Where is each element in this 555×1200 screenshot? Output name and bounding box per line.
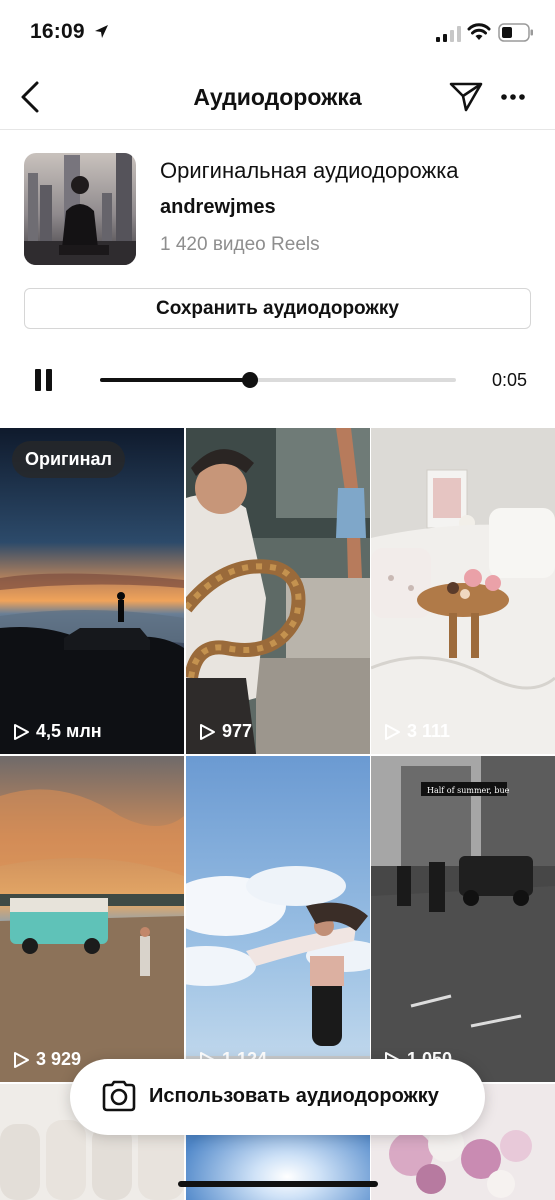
- paper-plane-icon[interactable]: [449, 81, 483, 113]
- play-icon: [200, 723, 215, 740]
- save-audio-button[interactable]: Сохранить аудиодорожку: [24, 288, 531, 329]
- original-badge: Оригинал: [12, 441, 125, 478]
- status-bar: 16:09: [0, 0, 555, 66]
- wifi-icon: [467, 23, 491, 40]
- play-icon: [385, 723, 400, 740]
- view-count: 3 111: [383, 721, 450, 742]
- view-count-text: 3 111: [407, 721, 451, 741]
- view-count-text: 977: [222, 721, 253, 741]
- play-icon: [14, 723, 29, 740]
- home-indicator: [178, 1181, 378, 1187]
- reels-count: 1 420 видео Reels: [160, 234, 320, 255]
- reel-tile[interactable]: Half of summer, bue 1 050: [371, 756, 555, 1082]
- audio-progress-slider[interactable]: [100, 372, 456, 388]
- use-audio-label: Использовать аудиодорожку: [149, 1085, 439, 1107]
- view-count: 4,5 млн: [12, 721, 102, 742]
- reel-caption: Half of summer, bue: [427, 786, 510, 795]
- reel-tile[interactable]: 977: [186, 428, 370, 754]
- battery-icon: [498, 23, 533, 42]
- use-audio-button[interactable]: Использовать аудиодорожку: [70, 1059, 485, 1135]
- play-icon: [14, 1051, 29, 1068]
- view-count-text: 4,5 млн: [36, 721, 102, 741]
- ellipsis-icon[interactable]: [500, 93, 526, 101]
- status-time: 16:09: [30, 20, 85, 43]
- view-count-text: 3 929: [36, 1049, 82, 1069]
- elapsed-time: 0:05: [492, 370, 528, 390]
- view-count: 977: [198, 721, 252, 742]
- reel-tile[interactable]: 3 929: [0, 756, 184, 1082]
- progress-knob[interactable]: [241, 372, 258, 388]
- progress-fill: [100, 378, 250, 382]
- reel-tile[interactable]: 3 111: [371, 428, 555, 754]
- audio-author-link[interactable]: andrewjmes: [160, 196, 276, 219]
- location-arrow-icon: [95, 25, 108, 38]
- cellular-signal-icon: [436, 26, 461, 42]
- audio-title: Оригинальная аудиодорожка: [160, 158, 459, 183]
- header: Аудиодорожка: [0, 66, 555, 130]
- reel-tile[interactable]: Оригинал 4,5 млн: [0, 428, 184, 754]
- camera-icon: [102, 1080, 136, 1112]
- audio-cover-image[interactable]: [24, 153, 136, 265]
- reel-tile[interactable]: 1 124: [186, 756, 370, 1082]
- view-count: 3 929: [12, 1049, 81, 1070]
- pause-icon[interactable]: [34, 369, 54, 391]
